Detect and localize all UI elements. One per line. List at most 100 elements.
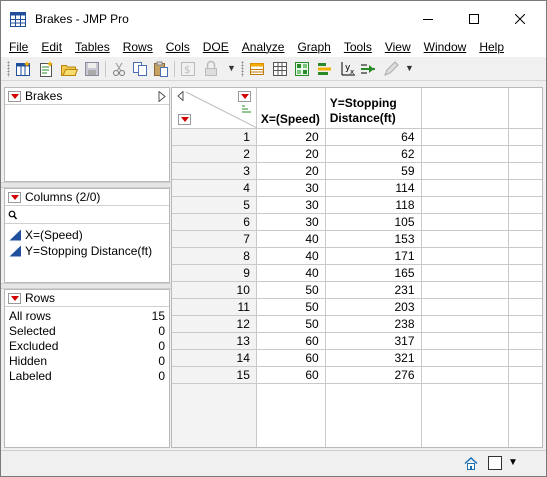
cell-stopping-distance[interactable]: 105 [325, 213, 422, 231]
cell-stopping-distance[interactable]: 203 [325, 298, 422, 316]
table-row[interactable]: 8 40 171 [172, 247, 542, 265]
tables-icon[interactable] [271, 60, 289, 78]
cell-speed[interactable]: 60 [256, 332, 326, 350]
table-row[interactable]: 5 30 118 [172, 196, 542, 214]
empty-cell[interactable] [421, 213, 509, 231]
table-row[interactable]: 6 30 105 [172, 213, 542, 231]
cell-stopping-distance[interactable]: 64 [325, 128, 422, 146]
menu-analyze[interactable]: Analyze [242, 40, 285, 54]
empty-cell[interactable] [508, 213, 542, 231]
cell-stopping-distance[interactable]: 231 [325, 281, 422, 299]
cell-speed[interactable]: 20 [256, 128, 326, 146]
row-number[interactable]: 13 [172, 332, 257, 350]
empty-cell[interactable] [421, 179, 509, 197]
table-row[interactable]: 12 50 238 [172, 315, 542, 333]
row-number[interactable]: 7 [172, 230, 257, 248]
close-button[interactable] [497, 1, 543, 37]
rows-stat-selected[interactable]: Selected 0 [5, 324, 169, 339]
table-row[interactable]: 10 50 231 [172, 281, 542, 299]
empty-cell[interactable] [508, 383, 542, 447]
cell-speed[interactable]: 30 [256, 213, 326, 231]
table-row[interactable]: 11 50 203 [172, 298, 542, 316]
home-icon[interactable] [464, 457, 478, 470]
cell-speed[interactable]: 30 [256, 179, 326, 197]
fit-model-icon[interactable] [293, 60, 311, 78]
distribution-icon[interactable]: y x [339, 60, 357, 78]
menu-help[interactable]: Help [479, 40, 504, 54]
minimize-button[interactable] [405, 1, 451, 37]
cell-stopping-distance[interactable]: 171 [325, 247, 422, 265]
empty-cell[interactable] [421, 128, 509, 146]
empty-cell[interactable] [421, 349, 509, 367]
empty-cell[interactable] [256, 383, 326, 447]
empty-cell[interactable] [508, 162, 542, 180]
rows-stat-hidden[interactable]: Hidden 0 [5, 354, 169, 369]
control-chart-icon[interactable] [359, 60, 377, 78]
cell-speed[interactable]: 20 [256, 145, 326, 163]
column-list-item[interactable]: X=(Speed) [5, 227, 169, 243]
cell-stopping-distance[interactable]: 118 [325, 196, 422, 214]
empty-cell[interactable] [421, 298, 509, 316]
empty-cell[interactable] [508, 230, 542, 248]
menu-view[interactable]: View [385, 40, 411, 54]
copy-icon[interactable] [131, 60, 149, 78]
empty-cell[interactable] [508, 264, 542, 282]
empty-cell[interactable] [508, 281, 542, 299]
toolbar-overflow-icon[interactable]: ▼ [405, 63, 414, 73]
table-row[interactable]: 2 20 62 [172, 145, 542, 163]
row-number[interactable]: 3 [172, 162, 257, 180]
rows-stat-excluded[interactable]: Excluded 0 [5, 339, 169, 354]
row-header[interactable] [172, 383, 257, 447]
save-icon[interactable] [83, 60, 101, 78]
table-row[interactable]: 14 60 321 [172, 349, 542, 367]
menu-cols[interactable]: Cols [166, 40, 190, 54]
row-number[interactable]: 5 [172, 196, 257, 214]
empty-cell[interactable] [421, 162, 509, 180]
graph-builder-icon[interactable] [316, 60, 334, 78]
red-triangle-menu-icon[interactable] [8, 191, 21, 203]
empty-cell[interactable] [508, 332, 542, 350]
column-header-x[interactable]: X=(Speed) [256, 88, 326, 129]
cell-stopping-distance[interactable]: 321 [325, 349, 422, 367]
empty-cell[interactable] [508, 179, 542, 197]
rows-stat-all[interactable]: All rows 15 [5, 309, 169, 324]
cell-speed[interactable]: 40 [256, 247, 326, 265]
empty-cell[interactable] [508, 196, 542, 214]
row-number[interactable]: 2 [172, 145, 257, 163]
row-number[interactable]: 8 [172, 247, 257, 265]
menu-tools[interactable]: Tools [344, 40, 372, 54]
empty-cell[interactable] [421, 196, 509, 214]
row-number[interactable]: 4 [172, 179, 257, 197]
cell-speed[interactable]: 40 [256, 230, 326, 248]
empty-cell[interactable] [508, 128, 542, 146]
red-triangle-menu-icon[interactable] [8, 90, 21, 102]
open-icon[interactable] [60, 60, 78, 78]
row-number[interactable]: 10 [172, 281, 257, 299]
cell-stopping-distance[interactable]: 153 [325, 230, 422, 248]
subset-icon[interactable]: $ [179, 60, 197, 78]
cell-stopping-distance[interactable]: 276 [325, 366, 422, 384]
cell-speed[interactable]: 50 [256, 281, 326, 299]
data-grid-icon[interactable] [248, 60, 266, 78]
maximize-button[interactable] [451, 1, 497, 37]
cell-speed[interactable]: 50 [256, 315, 326, 333]
cell-speed[interactable]: 30 [256, 196, 326, 214]
empty-cell[interactable] [508, 366, 542, 384]
empty-cell[interactable] [508, 315, 542, 333]
collapse-panel-icon[interactable] [158, 91, 166, 102]
new-data-table-icon[interactable] [14, 60, 32, 78]
menu-graph[interactable]: Graph [297, 40, 330, 54]
cell-stopping-distance[interactable]: 238 [325, 315, 422, 333]
row-number[interactable]: 6 [172, 213, 257, 231]
empty-cell[interactable] [421, 247, 509, 265]
empty-cell[interactable] [508, 145, 542, 163]
cell-speed[interactable]: 60 [256, 349, 326, 367]
empty-cell[interactable] [421, 332, 509, 350]
toolbar-overflow-icon[interactable]: ▼ [227, 63, 236, 73]
table-row[interactable]: 7 40 153 [172, 230, 542, 248]
pen-icon[interactable] [382, 60, 400, 78]
empty-column-header[interactable] [421, 88, 509, 129]
lock-icon[interactable] [202, 60, 220, 78]
row-number[interactable]: 9 [172, 264, 257, 282]
menu-file[interactable]: File [9, 40, 28, 54]
